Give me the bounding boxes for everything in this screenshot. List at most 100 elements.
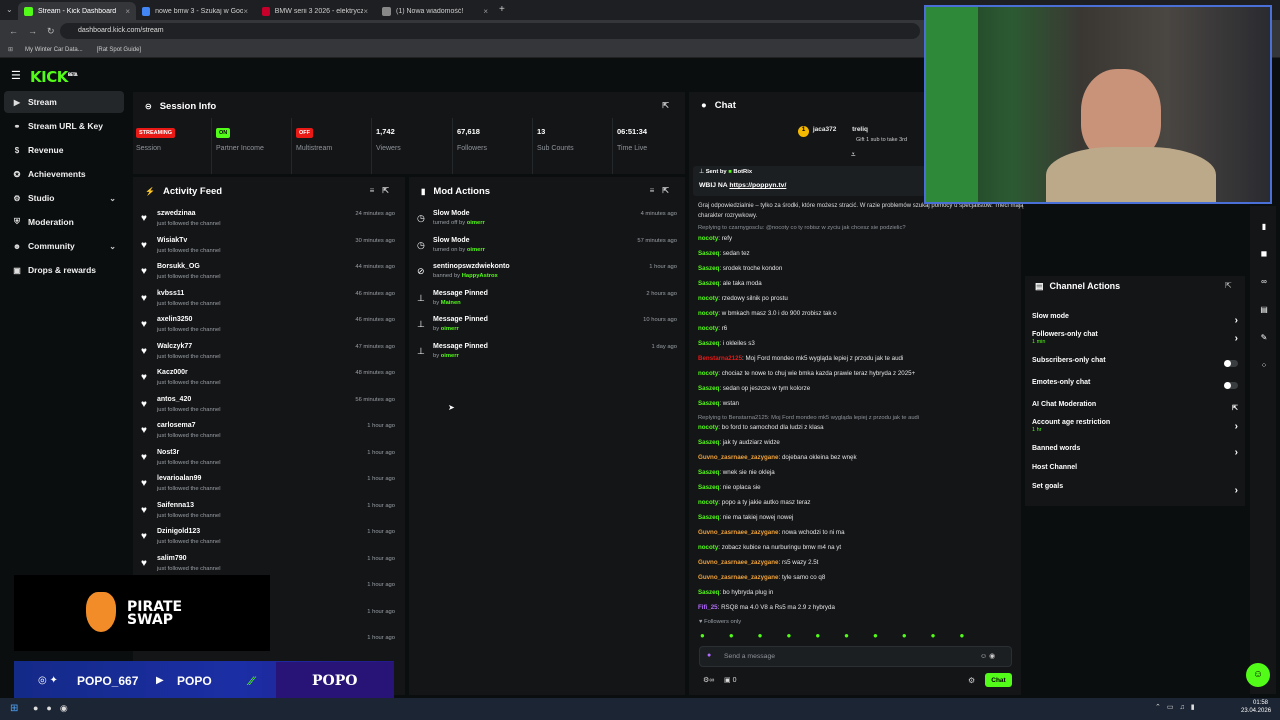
url-input[interactable]: dashboard.kick.com/stream xyxy=(60,23,920,39)
chat-footer-icons[interactable]: ⚙∞ ▣ 0 xyxy=(703,676,736,684)
sidebar-item[interactable]: ⚭ Stream URL & Key xyxy=(4,115,124,137)
sidebar-item[interactable]: ▣ Drops & rewards xyxy=(4,259,124,281)
reload-icon[interactable]: ↻ xyxy=(47,26,55,37)
chat-username[interactable]: Saszeq xyxy=(698,250,719,257)
follower-name[interactable]: Dzinigold123 xyxy=(157,528,200,535)
mic-icon[interactable]: ● xyxy=(707,652,711,659)
chevron-right-icon[interactable]: › xyxy=(1235,315,1238,326)
apps-icon[interactable]: ⊞ xyxy=(8,46,13,53)
bookmark-item[interactable]: [Rat Spot Guide] xyxy=(97,47,141,53)
toggle-switch[interactable] xyxy=(1224,382,1238,389)
chat-username[interactable]: Guvno_zasrnaee_zazygane xyxy=(698,559,778,566)
chat-username[interactable]: nocoty xyxy=(698,370,718,377)
chevron-right-icon[interactable]: › xyxy=(1235,421,1238,432)
chat-username[interactable]: nocoty xyxy=(698,295,718,302)
chat-username[interactable]: Benstarna2125 xyxy=(698,355,742,362)
channel-action-row[interactable]: Set goals › xyxy=(1032,483,1242,501)
follower-name[interactable]: axelin3250 xyxy=(157,316,192,323)
moderator-name[interactable]: Mainen xyxy=(441,300,461,306)
chevron-down-icon[interactable]: ⩡ xyxy=(851,150,856,160)
kick-logo[interactable]: KICKBETA xyxy=(30,68,78,86)
chat-username[interactable]: nocoty xyxy=(698,310,718,317)
moderator-name[interactable]: HappyAstrox xyxy=(462,273,498,279)
follower-name[interactable]: szwedzinaa xyxy=(157,210,196,217)
external-link-icon[interactable]: ⇱ xyxy=(1232,404,1238,412)
close-icon[interactable]: × xyxy=(243,7,248,16)
hamburger-menu-icon[interactable]: ☰ xyxy=(11,69,21,82)
chevron-right-icon[interactable]: › xyxy=(1235,485,1238,496)
chevron-right-icon[interactable]: › xyxy=(1235,333,1238,344)
chat-username[interactable]: Saszeq xyxy=(698,469,719,476)
chat-username[interactable]: Saszeq xyxy=(698,385,719,392)
rail-notes-icon[interactable]: ▮ xyxy=(1257,222,1271,231)
chat-username[interactable]: nocoty xyxy=(698,499,718,506)
windows-start-icon[interactable]: ⊞ xyxy=(10,703,18,714)
browser-tab[interactable]: Stream - Kick Dashboard × xyxy=(18,2,136,20)
follower-name[interactable]: Saifenna13 xyxy=(157,502,194,509)
chat-username[interactable]: Saszeq xyxy=(698,340,719,347)
moderator-name[interactable]: oimerr xyxy=(467,247,485,253)
chevron-right-icon[interactable]: › xyxy=(1235,447,1238,458)
channel-action-row[interactable]: Emotes-only chat xyxy=(1032,379,1242,397)
browser-tab[interactable]: BMW serii 3 2026 - elektryczne...× xyxy=(256,2,374,20)
sidebar-item[interactable]: ⚙ Studio ⌄ xyxy=(4,187,124,209)
chat-username[interactable]: Saszeq xyxy=(698,265,719,272)
filter-popout-icons[interactable]: ≡⇱ xyxy=(650,186,677,195)
popout-icon[interactable]: ⇱ xyxy=(1225,281,1232,290)
sidebar-item[interactable]: $ Revenue xyxy=(4,139,124,161)
back-icon[interactable]: ← xyxy=(9,26,18,36)
follower-name[interactable]: carlosema7 xyxy=(157,422,196,429)
rail-chat-icon[interactable]: ◼ xyxy=(1257,249,1271,258)
moderator-name[interactable]: oimerr xyxy=(467,220,485,226)
support-chat-button[interactable]: ☺ xyxy=(1246,663,1270,687)
chat-username[interactable]: nocoty xyxy=(698,325,718,332)
tab-menu-icon[interactable]: ⌄ xyxy=(6,5,13,14)
sidebar-item[interactable]: ☻ Community ⌄ xyxy=(4,235,124,257)
follower-name[interactable]: Borsukk_OG xyxy=(157,263,200,270)
chat-username[interactable]: Saszeq xyxy=(698,514,719,521)
browser-tab[interactable]: (1) Nowa wiadomość! × xyxy=(376,2,494,20)
chat-username[interactable]: Saszeq xyxy=(698,400,719,407)
filter-popout-icons[interactable]: ≡⇱ xyxy=(370,186,397,195)
channel-action-row[interactable]: Slow mode › xyxy=(1032,313,1242,331)
channel-action-row[interactable]: Followers-only chat 1 min › xyxy=(1032,331,1242,349)
follower-name[interactable]: WisiakTv xyxy=(157,237,187,244)
sidebar-item[interactable]: ✪ Achievements xyxy=(4,163,124,185)
chat-username[interactable]: Saszeq xyxy=(698,484,719,491)
chat-username[interactable]: Saszeq xyxy=(698,589,719,596)
rail-tool-icon[interactable]: ✎ xyxy=(1257,333,1271,342)
taskbar-app-icons[interactable]: ●●◉ xyxy=(33,703,76,714)
chat-username[interactable]: Guvno_zasrnaee_zazygane xyxy=(698,574,778,581)
emote-picker-icon[interactable]: ☺ ◉ xyxy=(980,652,995,660)
channel-action-row[interactable]: Banned words › xyxy=(1032,445,1242,463)
tray-icons[interactable]: ⌃▭♫▮ xyxy=(1155,703,1201,711)
forward-icon[interactable]: → xyxy=(28,26,37,36)
close-icon[interactable]: × xyxy=(363,7,368,16)
chat-username[interactable]: Saszeq xyxy=(698,439,719,446)
channel-action-row[interactable]: Subscribers-only chat xyxy=(1032,357,1242,375)
channel-action-row[interactable]: Account age restriction 1 hr › xyxy=(1032,419,1242,437)
chat-username[interactable]: Fifi_25 xyxy=(698,604,718,611)
rail-list-icon[interactable]: ▤ xyxy=(1257,305,1271,314)
follower-name[interactable]: Walczyk77 xyxy=(157,343,192,350)
sidebar-item[interactable]: ⛨ Moderation xyxy=(4,211,124,233)
pinned-link[interactable]: https://poppyn.tv/ xyxy=(729,182,786,189)
chat-username[interactable]: nocoty xyxy=(698,544,718,551)
bookmark-item[interactable]: My Winter Car Data... xyxy=(25,47,83,53)
follower-name[interactable]: Kacz000r xyxy=(157,369,188,376)
chevron-down-icon[interactable]: ⌄ xyxy=(109,194,116,203)
new-tab-button[interactable]: + xyxy=(499,4,505,15)
sidebar-item[interactable]: ▶ Stream xyxy=(4,91,124,113)
close-icon[interactable]: × xyxy=(125,7,130,16)
rail-more-icon[interactable]: ⁘ xyxy=(1257,361,1271,370)
browser-tab[interactable]: nowe bmw 3 - Szukaj w Google× xyxy=(136,2,254,20)
chat-username[interactable]: Saszeq xyxy=(698,280,719,287)
moderator-name[interactable]: oimerr xyxy=(441,326,459,332)
close-icon[interactable]: × xyxy=(483,7,488,16)
channel-action-row[interactable]: AI Chat Moderation ⇱ xyxy=(1032,401,1242,419)
rail-link-icon[interactable]: ∞ xyxy=(1257,277,1271,286)
send-chat-button[interactable]: Chat xyxy=(985,673,1012,687)
follower-name[interactable]: levarioalan99 xyxy=(157,475,201,482)
popout-icon[interactable]: ⇱ xyxy=(662,101,677,110)
toggle-switch[interactable] xyxy=(1224,360,1238,367)
